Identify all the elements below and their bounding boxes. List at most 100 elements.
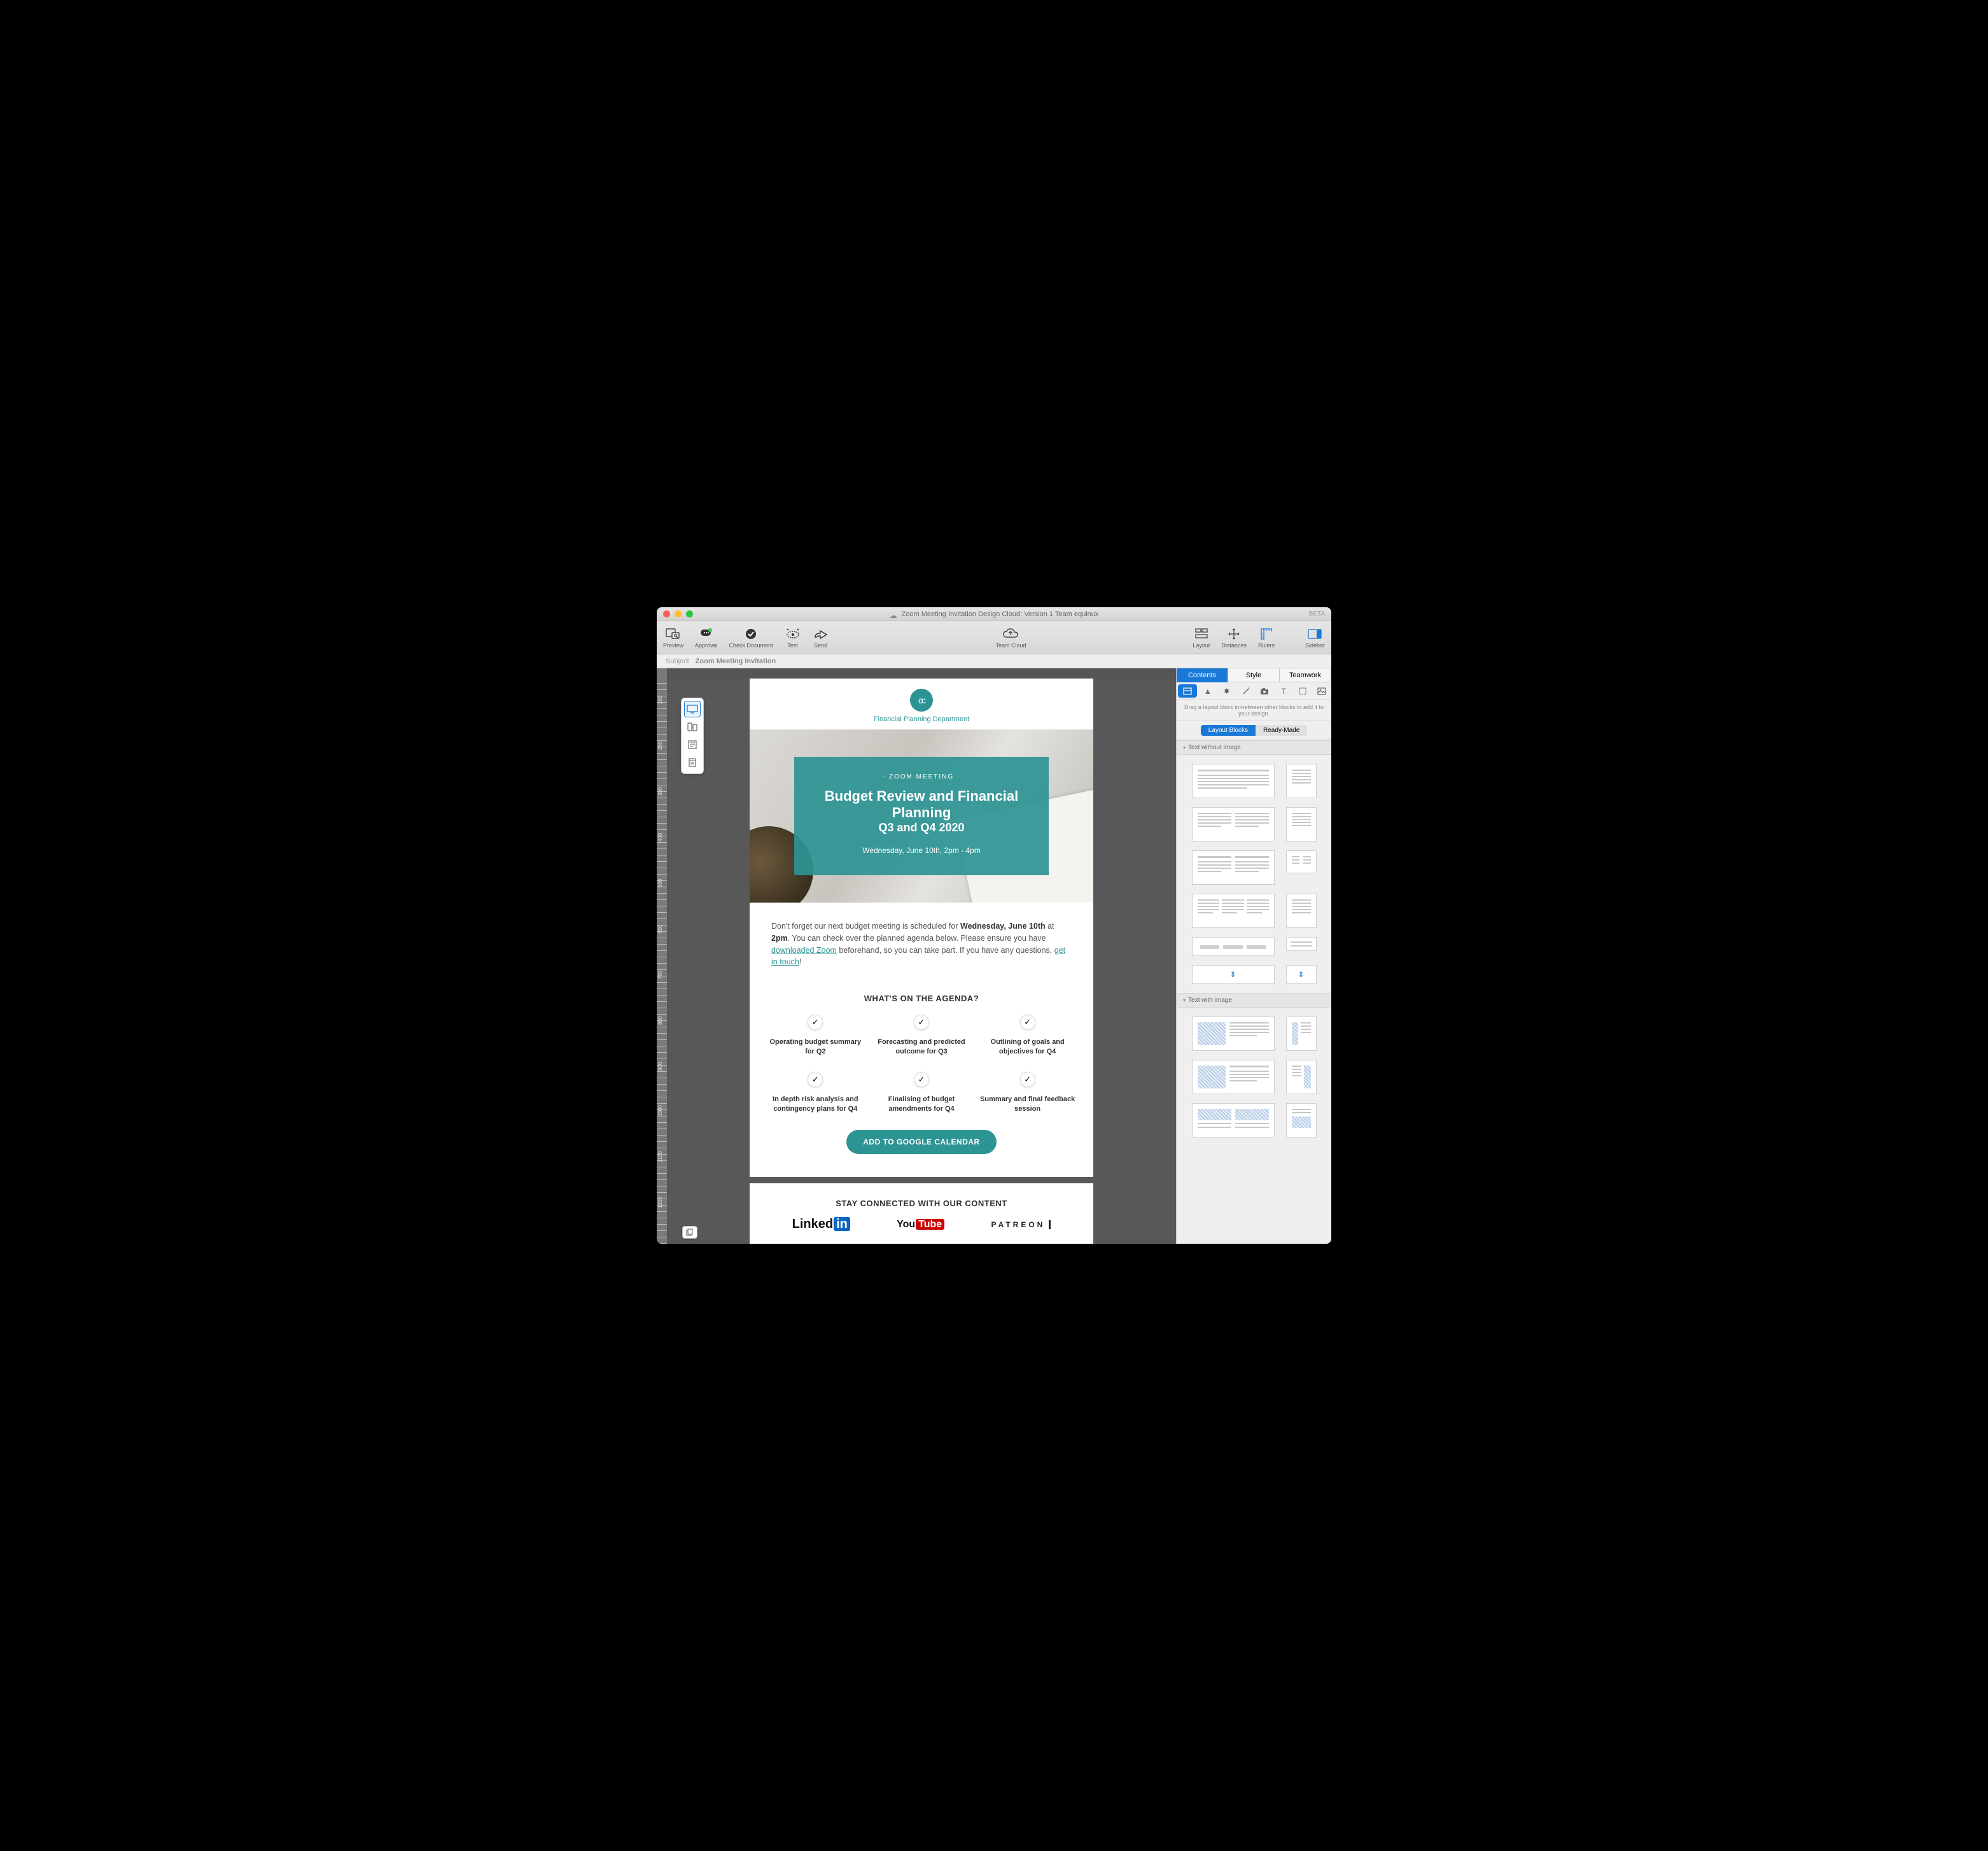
close-icon[interactable]: [663, 610, 670, 617]
layout-block[interactable]: [1192, 1017, 1275, 1051]
send-button[interactable]: Send: [813, 627, 829, 649]
layout-block[interactable]: [1192, 1060, 1275, 1094]
agenda-item: ✓Summary and final feedback session: [978, 1072, 1077, 1114]
distances-icon: [1226, 627, 1242, 641]
layout-block[interactable]: [1286, 894, 1317, 928]
cloud-icon: [1002, 627, 1019, 641]
check-document-button[interactable]: Check Document: [729, 627, 773, 649]
minimize-icon[interactable]: [675, 610, 682, 617]
section-text-with-image[interactable]: Text with image: [1177, 993, 1331, 1008]
canvas[interactable]: cc Financial Planning Department · ZOOM …: [667, 679, 1176, 1244]
body-text-block[interactable]: Don't forget our next budget meeting is …: [750, 903, 1093, 975]
mobile-preview-button[interactable]: [684, 719, 701, 735]
agenda-item: ✓Finalising of budget amendments for Q4: [872, 1072, 971, 1114]
text-preview-button[interactable]: [684, 736, 701, 753]
logo-icon: cc: [910, 689, 933, 712]
cloud-icon: [890, 611, 899, 617]
rulers-icon: [1258, 627, 1275, 641]
layout-block-spacer[interactable]: ⇕: [1192, 965, 1275, 984]
agenda-item: ✓In depth risk analysis and contingency …: [766, 1072, 865, 1114]
check-icon: ✓: [808, 1072, 823, 1087]
tab-style[interactable]: Style: [1228, 668, 1280, 682]
layout-block[interactable]: [1192, 807, 1275, 841]
layout-block[interactable]: [1286, 937, 1317, 951]
subject-label: Subject: [666, 658, 689, 665]
approval-button[interactable]: ✓ Approval: [695, 627, 718, 649]
subject-bar: Subject Zoom Meeting Invitation: [657, 654, 1331, 668]
team-cloud-button[interactable]: Team Cloud: [995, 627, 1026, 649]
send-icon: [813, 627, 829, 641]
agenda-item: ✓Outlining of goals and objectives for Q…: [978, 1015, 1077, 1057]
tab-contents[interactable]: Contents: [1177, 668, 1228, 682]
tab-teamwork[interactable]: Teamwork: [1280, 668, 1331, 682]
layout-block[interactable]: [1286, 807, 1317, 841]
patreon-logo[interactable]: PATREON: [991, 1220, 1051, 1229]
agenda-heading: WHAT'S ON THE AGENDA?: [750, 975, 1093, 1015]
distances-button[interactable]: Distances: [1221, 627, 1247, 649]
approval-icon: ✓: [698, 627, 715, 641]
test-icon: [785, 627, 801, 641]
layout-block[interactable]: [1286, 764, 1317, 798]
device-palette: [681, 698, 704, 774]
youtube-logo[interactable]: YouTube: [897, 1219, 944, 1230]
sidebar-icon: [1306, 627, 1323, 641]
layout-block[interactable]: [1286, 1060, 1317, 1094]
desktop-preview-button[interactable]: [684, 701, 701, 717]
layout-block[interactable]: [1192, 937, 1275, 956]
text-tool-icon[interactable]: T: [1274, 682, 1293, 700]
sidebar-button[interactable]: Sidebar: [1305, 627, 1325, 649]
agenda-item: ✓Forecasting and predicted outcome for Q…: [872, 1015, 971, 1057]
check-icon: ✓: [808, 1015, 823, 1030]
page-preview-button[interactable]: [684, 754, 701, 771]
section-text-without-image[interactable]: Text without image: [1177, 740, 1331, 755]
wand-icon[interactable]: [1236, 682, 1256, 700]
layout-block[interactable]: [1192, 1103, 1275, 1137]
layout-block[interactable]: [1286, 1017, 1317, 1051]
pages-button[interactable]: [682, 1226, 697, 1239]
section-divider: [750, 1177, 1093, 1183]
check-icon: ✓: [1020, 1072, 1035, 1087]
hero-date: Wednesday, June 10th, 2pm - 4pm: [820, 846, 1023, 855]
subject-value[interactable]: Zoom Meeting Invitation: [696, 658, 776, 665]
agenda-item: ✓Operating budget summary for Q2: [766, 1015, 865, 1057]
layout-block[interactable]: [1286, 1103, 1317, 1137]
layout-block[interactable]: [1192, 850, 1275, 885]
cta-button[interactable]: ADD TO GOOGLE CALENDAR: [846, 1130, 996, 1154]
image-icon[interactable]: [1312, 682, 1331, 700]
layout-block[interactable]: [1192, 894, 1275, 928]
beta-badge: BETA: [1309, 610, 1325, 617]
check-icon: [743, 627, 759, 641]
email-header: cc Financial Planning Department: [750, 679, 1093, 729]
social-logos: Linkedin YouTube PATREON: [750, 1217, 1093, 1244]
preview-button[interactable]: Preview: [663, 627, 683, 649]
hero-block[interactable]: · ZOOM MEETING · Budget Review and Finan…: [750, 729, 1093, 903]
sidebar: Contents Style Teamwork ▲ ✸ T Drag a lay…: [1176, 668, 1331, 1244]
agenda-grid: ✓Operating budget summary for Q2✓Forecas…: [750, 1015, 1093, 1130]
selection-icon[interactable]: [1293, 682, 1312, 700]
hero-title-line1: Budget Review and Financial Planning: [820, 788, 1023, 822]
download-zoom-link[interactable]: downloaded Zoom: [771, 946, 837, 955]
toolbar: Preview ✓ Approval Check Document Test S…: [657, 621, 1331, 654]
email-page[interactable]: cc Financial Planning Department · ZOOM …: [750, 679, 1093, 1244]
gear-icon[interactable]: ✸: [1217, 682, 1236, 700]
hero-title-line2: Q3 and Q4 2020: [820, 821, 1023, 834]
heading-icon[interactable]: ▲: [1198, 682, 1217, 700]
test-button[interactable]: Test: [785, 627, 801, 649]
layout-blocks-icon[interactable]: [1178, 684, 1197, 698]
svg-text:✓: ✓: [709, 629, 711, 633]
layout-block[interactable]: [1286, 850, 1317, 873]
camera-icon[interactable]: [1256, 682, 1275, 700]
seg-layout-blocks[interactable]: Layout Blocks: [1201, 725, 1256, 736]
rulers-button[interactable]: Rulers: [1258, 627, 1275, 649]
department-label: Financial Planning Department: [750, 715, 1093, 723]
app-window: Zoom Meeting Invitation Design Cloud: Ve…: [657, 607, 1331, 1244]
linkedin-logo[interactable]: Linkedin: [792, 1217, 850, 1232]
layout-block[interactable]: [1192, 764, 1275, 798]
ruler-vertical[interactable]: 100200300400500600700800900100011001200: [657, 679, 667, 1244]
layout-icon: [1193, 627, 1210, 641]
zoom-icon[interactable]: [686, 610, 693, 617]
hero-eyebrow: · ZOOM MEETING ·: [820, 773, 1023, 780]
seg-ready-made[interactable]: Ready-Made: [1256, 725, 1307, 736]
layout-button[interactable]: Layout: [1193, 627, 1210, 649]
layout-block-spacer[interactable]: ⇕: [1286, 965, 1317, 984]
